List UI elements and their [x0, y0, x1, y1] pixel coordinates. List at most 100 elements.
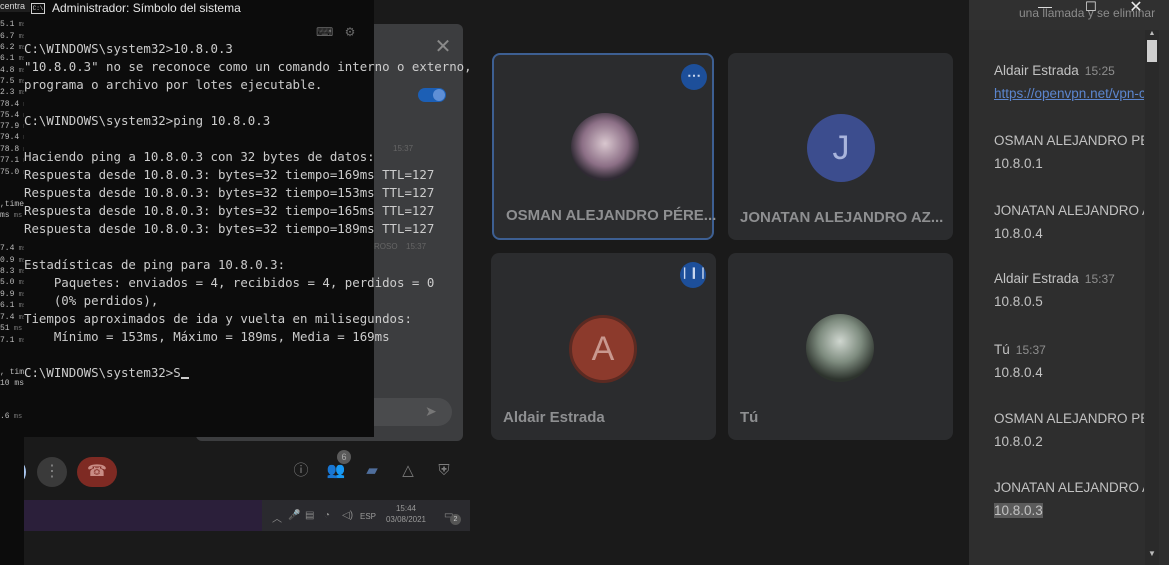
microphone-icon[interactable]: 🎤: [288, 510, 300, 521]
keyboard-icon[interactable]: ⌨: [316, 25, 333, 39]
volume-icon[interactable]: ◁): [342, 510, 353, 521]
message-time: 15:25: [1084, 64, 1115, 78]
window-title: Administrador: Símbolo del sistema: [52, 1, 241, 15]
host-controls-icon[interactable]: ⛨: [434, 461, 454, 481]
avatar: [806, 314, 874, 382]
terminal-fragment: 78.4 ms: [0, 100, 24, 109]
terminal-fragment: ms ms: [0, 211, 23, 220]
terminal-line: (0% perdidos),: [24, 293, 159, 308]
terminal-line: C:\WINDOWS\system32>S: [24, 364, 474, 382]
terminal-line: programa o archivo por lotes ejecutable.: [24, 77, 323, 92]
terminal-fragment: 7.5 ms: [0, 77, 24, 86]
terminal-fragment: 6.1 ms: [0, 54, 24, 63]
scrollbar[interactable]: [1145, 30, 1159, 565]
chat-message: OSMAN ALEJANDRO PÉREZ 10.8.0.2: [994, 410, 1144, 449]
terminal-fragment: 10 ms ms: [0, 379, 24, 388]
chat-message: Aldair Estrada 15:25 https://openvpn.net/v…: [994, 62, 1144, 101]
terminal-line: Respuesta desde 10.8.0.3: bytes=32 tiemp…: [24, 167, 435, 182]
hang-up-button[interactable]: ☎: [77, 457, 117, 487]
chat-icon[interactable]: ▰: [362, 461, 382, 481]
terminal-line: Respuesta desde 10.8.0.3: bytes=32 tiemp…: [24, 185, 435, 200]
message-sender: JONATAN ALEJANDRO AZUR: [994, 203, 1144, 218]
terminal-fragment: , tim ms: [0, 368, 24, 377]
terminal-fragment: 51 ms: [0, 324, 23, 333]
scroll-up-icon[interactable]: ▲: [1147, 30, 1157, 38]
message-sender: OSMAN ALEJANDRO PÉREZ: [994, 411, 1144, 426]
terminal-fragment: ,time 38ms ms: [0, 200, 24, 209]
terminal-fragment: .6 ms: [0, 412, 23, 421]
message-body: 10.8.0.5: [994, 294, 1043, 309]
message-body: 10.8.0.3: [994, 503, 1043, 518]
minimize-icon[interactable]: —: [1035, 0, 1055, 14]
gear-icon[interactable]: ⚙: [345, 25, 356, 39]
cmd-icon: C:\: [31, 3, 45, 14]
language-indicator[interactable]: ESP: [360, 512, 376, 521]
message-link[interactable]: https://openvpn.net/vpn-clie: [994, 86, 1144, 101]
more-options-button[interactable]: ⋮: [37, 457, 67, 487]
people-icon[interactable]: 👥: [326, 461, 346, 481]
terminal-fragment: 78.8 ms: [0, 145, 24, 154]
terminal-fragment: 79.4 ms: [0, 133, 24, 142]
activities-icon[interactable]: △: [398, 461, 418, 481]
network-icon[interactable]: ▤: [305, 510, 314, 521]
terminal-line: C:\WINDOWS\system32>10.8.0.3: [24, 41, 233, 56]
chat-message: JONATAN ALEJANDRO AZUR 10.8.0.3: [994, 479, 1144, 518]
terminal-fragment: 2.3 ms: [0, 88, 24, 97]
terminal-fragment: 5.1 ms: [0, 20, 24, 29]
terminal-fragment: 9.9 ms: [0, 290, 24, 299]
participant-name: OSMAN ALEJANDRO PÉRE...: [506, 207, 717, 224]
terminal-fragment: 77.1 ms: [0, 156, 24, 165]
message-body: 10.8.0.4: [994, 365, 1043, 380]
terminal-fragment: 6.2 ms: [0, 43, 24, 52]
more-options-icon[interactable]: ⋯: [681, 64, 707, 90]
message-sender: Tú: [994, 342, 1010, 357]
terminal-line: Paquetes: enviados = 4, recibidos = 4, p…: [24, 275, 435, 290]
info-icon[interactable]: ⓘ: [291, 461, 311, 481]
terminal-line: Mínimo = 153ms, Máximo = 189ms, Media = …: [24, 329, 390, 344]
participant-tile[interactable]: A ❘❙❘ Aldair Estrada: [491, 253, 716, 440]
chevron-up-icon[interactable]: ︿: [272, 510, 282, 525]
terminal-fragment: 7.1 ms: [0, 336, 24, 345]
wifi-icon[interactable]: ◔: [324, 510, 330, 521]
avatar: A: [569, 315, 637, 383]
participant-name: Aldair Estrada: [503, 409, 605, 426]
chat-message: OSMAN ALEJANDRO PÉREZ 10.8.0.1: [994, 132, 1144, 171]
terminal-fragment: 5.0 ms: [0, 278, 24, 287]
participant-tile[interactable]: ⋯ OSMAN ALEJANDRO PÉRE...: [492, 53, 717, 240]
message-time: 15:37: [1015, 343, 1046, 357]
maximize-icon[interactable]: ☐: [1081, 0, 1101, 15]
terminal-fragment: 4.8 ms: [0, 66, 24, 75]
chat-message: JONATAN ALEJANDRO AZUR 10.8.0.4: [994, 202, 1144, 241]
terminal-line: Estadísticas de ping para 10.8.0.3:: [24, 257, 286, 272]
message-sender: Aldair Estrada: [994, 63, 1079, 78]
participant-name: Tú: [740, 409, 759, 426]
message-body: 10.8.0.1: [994, 156, 1043, 171]
avatar: [571, 113, 639, 181]
terminal-fragment: 6.1 ms: [0, 301, 24, 310]
clock[interactable]: 15:44 03/08/2021: [378, 503, 434, 525]
terminal-fragment: 75.0 ms: [0, 168, 24, 177]
terminal-line: Haciendo ping a 10.8.0.3 con 32 bytes de…: [24, 149, 375, 164]
terminal-fragment: 0.9 ms: [0, 256, 24, 265]
terminal-line: Respuesta desde 10.8.0.3: bytes=32 tiemp…: [24, 203, 435, 218]
terminal-line: Respuesta desde 10.8.0.3: bytes=32 tiemp…: [24, 221, 435, 236]
message-sender: Aldair Estrada: [994, 271, 1079, 286]
close-icon[interactable]: ✕: [1126, 0, 1146, 16]
terminal-output[interactable]: C:\WINDOWS\system32>10.8.0.3 "10.8.0.3" n…: [24, 40, 474, 430]
scrollbar-thumb[interactable]: [1147, 40, 1157, 62]
terminal-fragment: 77.9 ms: [0, 122, 24, 131]
message-time: 15:37: [1084, 272, 1115, 286]
scroll-down-icon[interactable]: ▼: [1147, 549, 1157, 559]
terminal-fragment: 75.4 ms: [0, 111, 24, 120]
participant-name: JONATAN ALEJANDRO AZ...: [740, 209, 944, 226]
people-count-badge: 6: [337, 450, 351, 464]
terminal-line: "10.8.0.3" no se reconoce como un comand…: [24, 59, 472, 74]
terminal-line: C:\WINDOWS\system32>ping 10.8.0.3: [24, 113, 271, 128]
participant-tile[interactable]: J JONATAN ALEJANDRO AZ...: [728, 53, 953, 240]
terminal-fragment: 6.7 ms: [0, 32, 24, 41]
chat-message: Tú 15:37 10.8.0.4: [994, 341, 1144, 380]
message-body: 10.8.0.4: [994, 226, 1043, 241]
participant-tile[interactable]: Tú: [728, 253, 953, 440]
clock-time: 15:44: [395, 504, 417, 513]
